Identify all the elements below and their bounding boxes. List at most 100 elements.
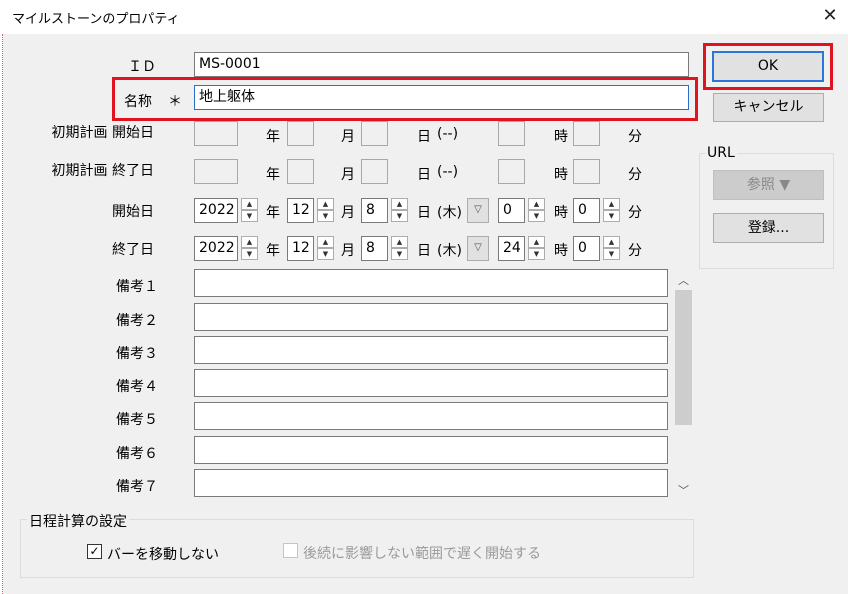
unit-day: 日 [417, 205, 431, 221]
unit-hour: 時 [554, 129, 568, 145]
end-hour-stepper[interactable]: ▲ ▼ [528, 236, 545, 261]
name-field[interactable]: 地上躯体 [194, 85, 689, 110]
initial-start-label: 初期計画 開始日 [51, 125, 154, 141]
spin-down-icon[interactable]: ▼ [391, 210, 408, 222]
start-label: 開始日 [112, 204, 154, 220]
unit-minute: 分 [628, 167, 642, 183]
unit-month: 月 [341, 167, 355, 183]
end-month-stepper[interactable]: ▲ ▼ [317, 236, 334, 261]
note-7-label: 備考７ [116, 479, 158, 495]
note-6-label: 備考６ [116, 446, 158, 462]
start-year-field[interactable]: 2022 [194, 198, 238, 223]
spin-down-icon[interactable]: ▼ [391, 248, 408, 260]
start-minute-stepper[interactable]: ▲ ▼ [603, 198, 620, 223]
unit-minute: 分 [628, 205, 642, 221]
start-month-field[interactable]: 12 [287, 198, 314, 223]
spin-down-icon[interactable]: ▼ [528, 210, 545, 222]
left-edge [0, 34, 3, 594]
browse-button[interactable]: 参照 ▼ [713, 170, 824, 200]
spin-down-icon[interactable]: ▼ [603, 210, 620, 222]
initial-end-hour [498, 159, 525, 184]
spin-up-icon[interactable]: ▲ [391, 236, 408, 248]
initial-end-year [194, 159, 238, 184]
end-day-field[interactable]: 8 [361, 236, 388, 261]
spin-up-icon[interactable]: ▲ [603, 198, 620, 210]
start-day-field[interactable]: 8 [361, 198, 388, 223]
note-1-label: 備考１ [116, 279, 158, 295]
end-minute-field[interactable]: 0 [573, 236, 600, 261]
required-mark: ＊ [168, 94, 182, 110]
unit-hour: 時 [554, 205, 568, 221]
unit-year: 年 [266, 243, 280, 259]
end-year-stepper[interactable]: ▲ ▼ [241, 236, 258, 261]
start-day-stepper[interactable]: ▲ ▼ [391, 198, 408, 223]
unit-day: 日 [417, 129, 431, 145]
end-month-field[interactable]: 12 [287, 236, 314, 261]
start-year-stepper[interactable]: ▲ ▼ [241, 198, 258, 223]
spin-up-icon[interactable]: ▲ [317, 236, 334, 248]
initial-start-year [194, 121, 238, 146]
note-6-field[interactable] [194, 436, 668, 464]
end-hour-field[interactable]: 24 [498, 236, 525, 261]
unit-hour: 時 [554, 243, 568, 259]
schedule-group-title: 日程計算の設定 [27, 511, 129, 531]
start-minute-field[interactable]: 0 [573, 198, 600, 223]
start-hour-field[interactable]: 0 [498, 198, 525, 223]
spin-up-icon[interactable]: ▲ [528, 198, 545, 210]
end-date-dropdown-icon[interactable]: ▽ [467, 236, 489, 261]
end-year-field[interactable]: 2022 [194, 236, 238, 261]
spin-down-icon[interactable]: ▼ [241, 248, 258, 260]
spin-up-icon[interactable]: ▲ [241, 236, 258, 248]
initial-end-month [287, 159, 314, 184]
late-start-checkbox[interactable] [283, 543, 298, 558]
scroll-up-icon[interactable]: ︿ [675, 272, 692, 288]
ok-button[interactable]: OK [712, 51, 824, 82]
end-day-stepper[interactable]: ▲ ▼ [391, 236, 408, 261]
note-2-field[interactable] [194, 303, 668, 331]
start-date-dropdown-icon[interactable]: ▽ [467, 198, 489, 223]
name-label: 名称 [124, 94, 152, 110]
initial-end-label: 初期計画 終了日 [51, 163, 154, 179]
spin-down-icon[interactable]: ▼ [528, 248, 545, 260]
unit-year: 年 [266, 167, 280, 183]
unit-month: 月 [341, 205, 355, 221]
end-weekday: (木) [437, 243, 462, 259]
start-hour-stepper[interactable]: ▲ ▼ [528, 198, 545, 223]
initial-start-month [287, 121, 314, 146]
cancel-button[interactable]: キャンセル [713, 93, 824, 122]
unit-day: 日 [417, 243, 431, 259]
initial-end-day [361, 159, 388, 184]
spin-down-icon[interactable]: ▼ [317, 248, 334, 260]
close-icon[interactable]: ✕ [818, 4, 842, 28]
spin-up-icon[interactable]: ▲ [528, 236, 545, 248]
spin-up-icon[interactable]: ▲ [603, 236, 620, 248]
start-month-stepper[interactable]: ▲ ▼ [317, 198, 334, 223]
spin-up-icon[interactable]: ▲ [241, 198, 258, 210]
no-move-bar-label: バーを移動しない [107, 547, 219, 563]
late-start-label: 後続に影響しない範囲で遅く開始する [303, 546, 541, 562]
note-5-field[interactable] [194, 402, 668, 430]
note-3-label: 備考３ [116, 346, 158, 362]
spin-down-icon[interactable]: ▼ [603, 248, 620, 260]
spin-down-icon[interactable]: ▼ [317, 210, 334, 222]
scroll-down-icon[interactable]: ﹀ [675, 482, 692, 498]
spin-up-icon[interactable]: ▲ [317, 198, 334, 210]
unit-day: 日 [417, 167, 431, 183]
note-4-field[interactable] [194, 369, 668, 397]
spin-down-icon[interactable]: ▼ [241, 210, 258, 222]
note-7-field[interactable] [194, 469, 668, 497]
scroll-thumb[interactable] [675, 290, 692, 425]
id-label: ＩＤ [128, 59, 156, 75]
url-group-title: URL [705, 145, 737, 161]
id-field[interactable]: MS-0001 [194, 52, 689, 77]
register-button[interactable]: 登録... [713, 213, 824, 243]
note-3-field[interactable] [194, 336, 668, 364]
note-4-label: 備考４ [116, 379, 158, 395]
note-1-field[interactable] [194, 269, 668, 297]
initial-start-day [361, 121, 388, 146]
initial-end-weekday: (--) [437, 164, 459, 180]
unit-minute: 分 [628, 129, 642, 145]
end-minute-stepper[interactable]: ▲ ▼ [603, 236, 620, 261]
no-move-bar-checkbox[interactable]: ✓ [87, 544, 102, 559]
spin-up-icon[interactable]: ▲ [391, 198, 408, 210]
